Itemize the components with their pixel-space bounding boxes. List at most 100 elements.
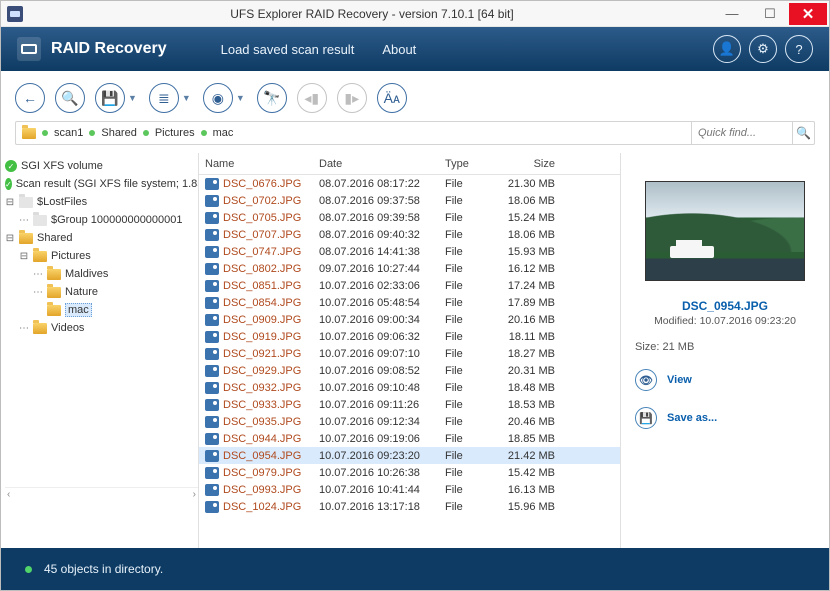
- file-type: File: [445, 263, 505, 275]
- collapse-icon[interactable]: ⊟: [19, 251, 29, 262]
- file-name: DSC_0854.JPG: [223, 297, 319, 309]
- file-date: 10.07.2016 09:12:34: [319, 416, 445, 428]
- history-button[interactable]: ◉: [203, 83, 233, 113]
- save-dropdown-caret[interactable]: ▼: [126, 93, 139, 103]
- column-name[interactable]: Name: [199, 158, 319, 170]
- file-date: 10.07.2016 10:26:38: [319, 467, 445, 479]
- status-dot-icon: [25, 566, 32, 573]
- view-dropdown-caret[interactable]: ▼: [180, 93, 193, 103]
- file-row[interactable]: DSC_0993.JPG10.07.2016 10:41:44File16.13…: [199, 481, 620, 498]
- tree-group[interactable]: ⋯ $Group 100000000000001: [5, 211, 198, 229]
- preview-view-button[interactable]: 👁 View: [635, 369, 815, 391]
- file-row[interactable]: DSC_0851.JPG10.07.2016 02:33:06File17.24…: [199, 277, 620, 294]
- file-row[interactable]: DSC_0854.JPG10.07.2016 05:48:54File17.89…: [199, 294, 620, 311]
- find-next-button[interactable]: ▮▸: [337, 83, 367, 113]
- file-rows[interactable]: DSC_0676.JPG08.07.2016 08:17:22File21.30…: [199, 175, 620, 548]
- minimize-button[interactable]: —: [713, 3, 751, 25]
- tree-pictures[interactable]: ⊟ Pictures: [5, 247, 198, 265]
- file-type: File: [445, 212, 505, 224]
- breadcrumb-item[interactable]: mac: [213, 127, 234, 139]
- file-row[interactable]: DSC_0935.JPG10.07.2016 09:12:34File20.46…: [199, 413, 620, 430]
- file-size: 20.16 MB: [505, 314, 563, 326]
- close-button[interactable]: ✕: [789, 3, 827, 25]
- check-icon: ✓: [5, 178, 12, 190]
- quick-find-button[interactable]: 🔍: [792, 122, 814, 144]
- collapse-icon[interactable]: ⊟: [5, 233, 15, 244]
- gear-icon[interactable]: ⚙: [749, 35, 777, 63]
- file-row[interactable]: DSC_0933.JPG10.07.2016 09:11:26File18.53…: [199, 396, 620, 413]
- breadcrumb-dot-icon: [143, 130, 149, 136]
- file-type: File: [445, 229, 505, 241]
- image-file-icon: [205, 178, 219, 190]
- file-size: 18.27 MB: [505, 348, 563, 360]
- scroll-left-icon[interactable]: ‹: [7, 489, 10, 500]
- breadcrumb[interactable]: scan1 Shared Pictures mac: [16, 127, 691, 139]
- tree-scan-result[interactable]: ✓ Scan result (SGI XFS file system; 1.85…: [5, 175, 198, 193]
- back-button[interactable]: ←: [15, 83, 45, 113]
- tree-shared[interactable]: ⊟ Shared: [5, 229, 198, 247]
- preview-save-button[interactable]: 💾 Save as...: [635, 407, 815, 429]
- file-row[interactable]: DSC_0676.JPG08.07.2016 08:17:22File21.30…: [199, 175, 620, 192]
- file-name: DSC_0954.JPG: [223, 450, 319, 462]
- tree-videos[interactable]: ⋯ Videos: [5, 319, 198, 337]
- file-type: File: [445, 246, 505, 258]
- user-icon[interactable]: 👤: [713, 35, 741, 63]
- preview-thumbnail[interactable]: [645, 181, 805, 281]
- file-type: File: [445, 416, 505, 428]
- breadcrumb-item[interactable]: Shared: [101, 127, 136, 139]
- menu-about[interactable]: About: [368, 36, 430, 63]
- file-date: 08.07.2016 08:17:22: [319, 178, 445, 190]
- tree-lostfiles[interactable]: ⊟ $LostFiles: [5, 193, 198, 211]
- history-dropdown-caret[interactable]: ▼: [234, 93, 247, 103]
- file-size: 21.42 MB: [505, 450, 563, 462]
- folder-icon: [19, 233, 33, 244]
- file-row[interactable]: DSC_0747.JPG08.07.2016 14:41:38File15.93…: [199, 243, 620, 260]
- file-type: File: [445, 382, 505, 394]
- collapse-icon[interactable]: ⊟: [5, 197, 15, 208]
- column-size[interactable]: Size: [505, 158, 563, 170]
- quick-find-input[interactable]: [692, 122, 792, 144]
- file-row[interactable]: DSC_0979.JPG10.07.2016 10:26:38File15.42…: [199, 464, 620, 481]
- tree-mac[interactable]: mac: [5, 301, 198, 319]
- file-row[interactable]: DSC_0909.JPG10.07.2016 09:00:34File20.16…: [199, 311, 620, 328]
- column-type[interactable]: Type: [445, 158, 505, 170]
- file-row[interactable]: DSC_0932.JPG10.07.2016 09:10:48File18.48…: [199, 379, 620, 396]
- help-icon[interactable]: ?: [785, 35, 813, 63]
- file-row[interactable]: DSC_0802.JPG09.07.2016 10:27:44File16.12…: [199, 260, 620, 277]
- file-size: 16.12 MB: [505, 263, 563, 275]
- file-row[interactable]: DSC_0921.JPG10.07.2016 09:07:10File18.27…: [199, 345, 620, 362]
- find-prev-button[interactable]: ◂▮: [297, 83, 327, 113]
- column-date[interactable]: Date: [319, 158, 445, 170]
- file-row[interactable]: DSC_0707.JPG08.07.2016 09:40:32File18.06…: [199, 226, 620, 243]
- image-file-icon: [205, 246, 219, 258]
- save-results-button[interactable]: 💾: [95, 83, 125, 113]
- tree-nature[interactable]: ⋯ Nature: [5, 283, 198, 301]
- image-file-icon: [205, 195, 219, 207]
- window-title: UFS Explorer RAID Recovery - version 7.1…: [31, 7, 713, 21]
- file-row[interactable]: DSC_1024.JPG10.07.2016 13:17:18File15.96…: [199, 498, 620, 515]
- case-toggle-button[interactable]: Äᴀ: [377, 83, 407, 113]
- file-date: 10.07.2016 09:11:26: [319, 399, 445, 411]
- file-date: 10.07.2016 09:19:06: [319, 433, 445, 445]
- image-file-icon: [205, 416, 219, 428]
- tree-volume[interactable]: ✓ SGI XFS volume: [5, 157, 198, 175]
- file-row[interactable]: DSC_0954.JPG10.07.2016 09:23:20File21.42…: [199, 447, 620, 464]
- tree-hscrollbar[interactable]: ‹›: [5, 487, 198, 501]
- breadcrumb-item[interactable]: Pictures: [155, 127, 195, 139]
- menu-load-saved[interactable]: Load saved scan result: [207, 36, 369, 63]
- file-type: File: [445, 484, 505, 496]
- image-file-icon: [205, 212, 219, 224]
- scroll-right-icon[interactable]: ›: [193, 489, 196, 500]
- view-mode-button[interactable]: ≣: [149, 83, 179, 113]
- maximize-button[interactable]: ☐: [751, 3, 789, 25]
- tree-maldives[interactable]: ⋯ Maldives: [5, 265, 198, 283]
- find-button[interactable]: 🔭: [257, 83, 287, 113]
- file-row[interactable]: DSC_0944.JPG10.07.2016 09:19:06File18.85…: [199, 430, 620, 447]
- file-row[interactable]: DSC_0919.JPG10.07.2016 09:06:32File18.11…: [199, 328, 620, 345]
- file-row[interactable]: DSC_0929.JPG10.07.2016 09:08:52File20.31…: [199, 362, 620, 379]
- file-row[interactable]: DSC_0702.JPG08.07.2016 09:37:58File18.06…: [199, 192, 620, 209]
- zoom-button[interactable]: 🔍: [55, 83, 85, 113]
- file-size: 15.93 MB: [505, 246, 563, 258]
- breadcrumb-item[interactable]: scan1: [54, 127, 83, 139]
- file-row[interactable]: DSC_0705.JPG08.07.2016 09:39:58File15.24…: [199, 209, 620, 226]
